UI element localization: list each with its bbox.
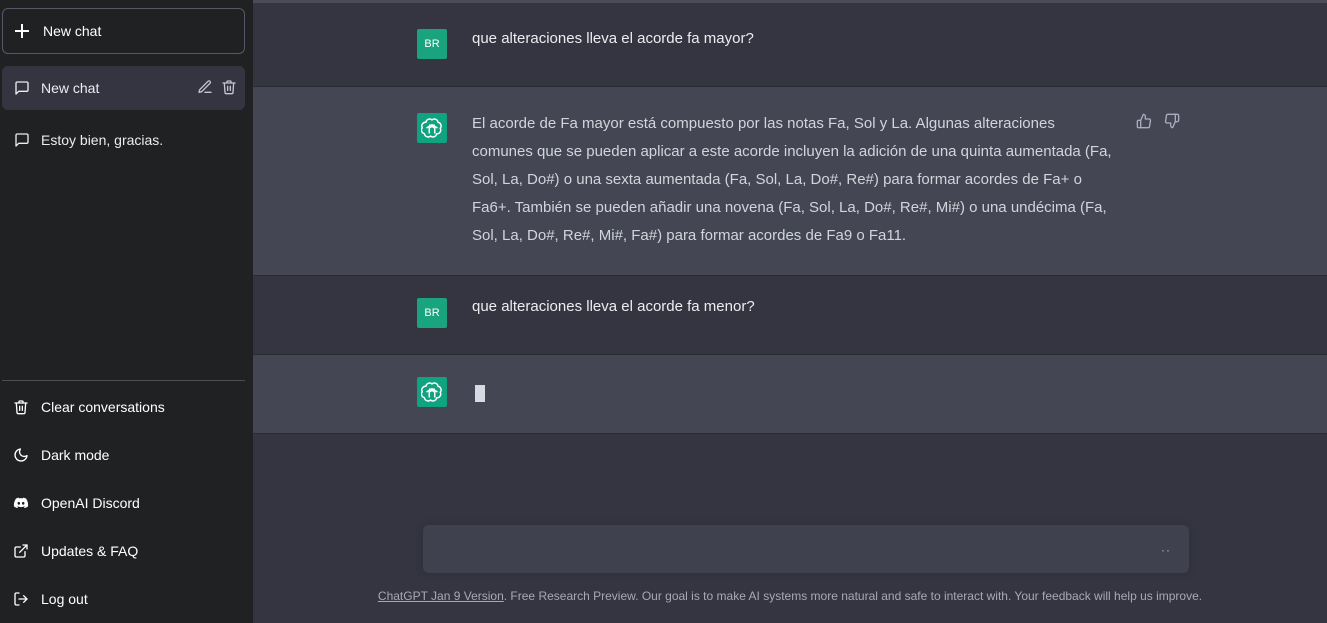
trash-icon[interactable] — [221, 79, 237, 95]
trash-icon — [14, 400, 28, 415]
app-root: New chat New chat Estoy bien, gracias. C… — [0, 0, 1327, 623]
openai-logo-icon — [417, 113, 447, 143]
sidebar: New chat New chat Estoy bien, gracias. C… — [0, 0, 253, 623]
edit-icon[interactable] — [197, 79, 213, 95]
updates-faq-link[interactable]: Updates & FAQ — [2, 527, 245, 575]
version-link[interactable]: ChatGPT Jan 9 Version — [378, 589, 504, 603]
chat-bubble-icon — [15, 133, 29, 147]
menu-label: OpenAI Discord — [41, 495, 140, 511]
assistant-message-pending — [253, 355, 1327, 434]
conversation-panel: BR que alteraciones lleva el acorde fa m… — [253, 0, 1327, 623]
menu-label: Updates & FAQ — [41, 543, 139, 559]
history-item-label: New chat — [41, 80, 100, 96]
new-chat-button[interactable]: New chat — [2, 8, 245, 54]
feedback-buttons — [1136, 113, 1180, 129]
message-input[interactable]: ·· — [423, 525, 1189, 573]
typing-cursor — [475, 385, 485, 402]
external-link-icon — [14, 544, 28, 558]
message-text: que alteraciones lleva el acorde fa mayo… — [472, 30, 754, 47]
menu-label: Clear conversations — [41, 399, 165, 415]
openai-logo-icon — [417, 377, 447, 407]
plus-icon — [15, 24, 29, 38]
clear-conversations-button[interactable]: Clear conversations — [2, 383, 245, 431]
history-item-actions — [197, 79, 237, 95]
moon-icon — [14, 448, 28, 462]
user-message: BR que alteraciones lleva el acorde fa m… — [253, 276, 1327, 355]
dark-mode-button[interactable]: Dark mode — [2, 431, 245, 479]
footer-text: . Free Research Preview. Our goal is to … — [503, 589, 1203, 603]
history-item-new-chat[interactable]: New chat — [2, 66, 245, 110]
logout-icon — [14, 592, 28, 606]
new-chat-label: New chat — [43, 23, 102, 39]
chat-history: New chat Estoy bien, gracias. — [0, 66, 245, 162]
discord-icon — [13, 497, 29, 509]
chat-bubble-icon — [15, 81, 29, 95]
footer-disclaimer: ChatGPT Jan 9 Version. Free Research Pre… — [253, 589, 1327, 603]
openai-discord-link[interactable]: OpenAI Discord — [2, 479, 245, 527]
menu-label: Log out — [41, 591, 88, 607]
message-text: El acorde de Fa mayor está compuesto por… — [472, 115, 1112, 244]
history-item-label: Estoy bien, gracias. — [41, 132, 164, 148]
user-message: BR que alteraciones lleva el acorde fa m… — [253, 3, 1327, 87]
loading-indicator: ·· — [1161, 543, 1171, 557]
user-avatar: BR — [417, 29, 447, 59]
menu-label: Dark mode — [41, 447, 110, 463]
sidebar-menu: Clear conversations Dark mode OpenAI Dis… — [2, 380, 245, 623]
thumbs-up-icon[interactable] — [1136, 113, 1152, 129]
thumbs-down-icon[interactable] — [1164, 113, 1180, 129]
history-item-estoy-bien[interactable]: Estoy bien, gracias. — [2, 118, 245, 162]
log-out-button[interactable]: Log out — [2, 575, 245, 623]
user-avatar: BR — [417, 298, 447, 328]
assistant-message: El acorde de Fa mayor está compuesto por… — [253, 87, 1327, 276]
message-text: que alteraciones lleva el acorde fa meno… — [472, 298, 755, 315]
